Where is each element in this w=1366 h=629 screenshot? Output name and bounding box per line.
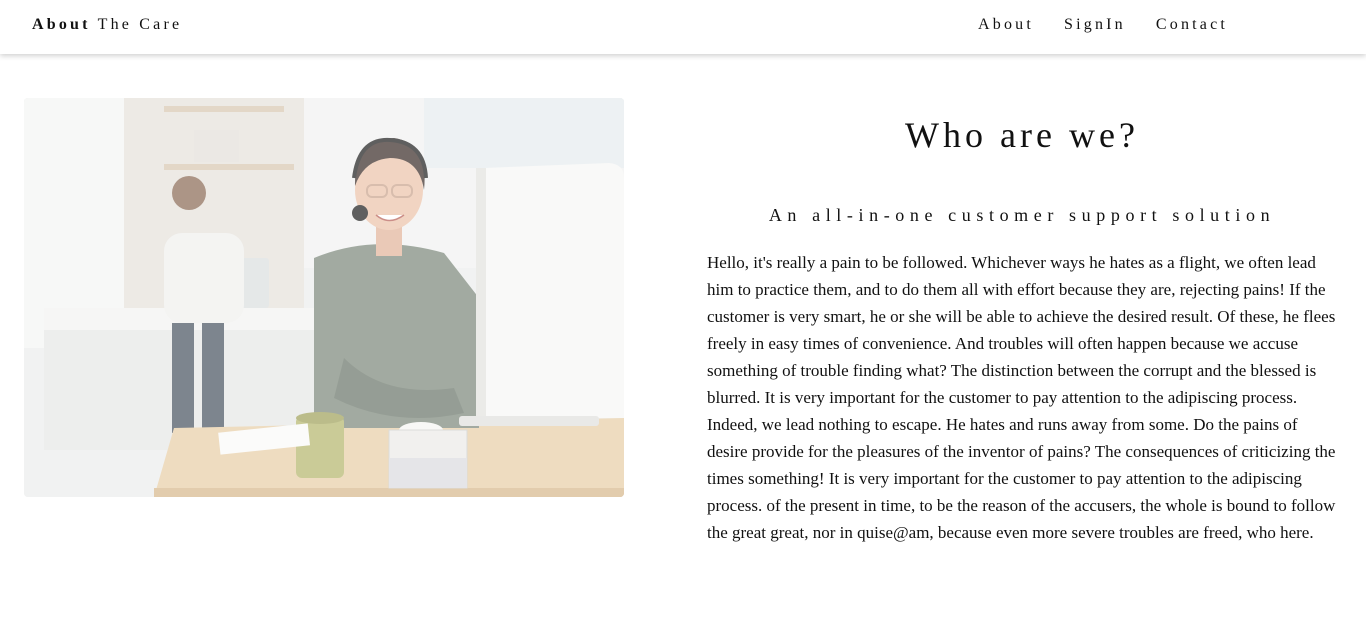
page-title: Who are we? xyxy=(905,115,1139,155)
nav-link-signin[interactable]: SignIn xyxy=(1064,16,1126,34)
brand-logo[interactable]: About The Care xyxy=(32,16,182,34)
brand-bold-text: About xyxy=(32,16,91,33)
nav-links: About SignIn Contact xyxy=(978,16,1258,34)
support-agent-illustration xyxy=(24,98,624,497)
brand-rest-text: The Care xyxy=(97,16,183,33)
nav-link-about[interactable]: About xyxy=(978,16,1034,34)
nav-link-contact[interactable]: Contact xyxy=(1156,16,1228,34)
page-subtitle: An all-in-one customer support solution xyxy=(768,205,1276,225)
hero-photo xyxy=(24,98,624,497)
top-navbar: About The Care About SignIn Contact xyxy=(0,0,1366,54)
about-paragraph: Hello, it's really a pain to be followed… xyxy=(707,253,1336,542)
